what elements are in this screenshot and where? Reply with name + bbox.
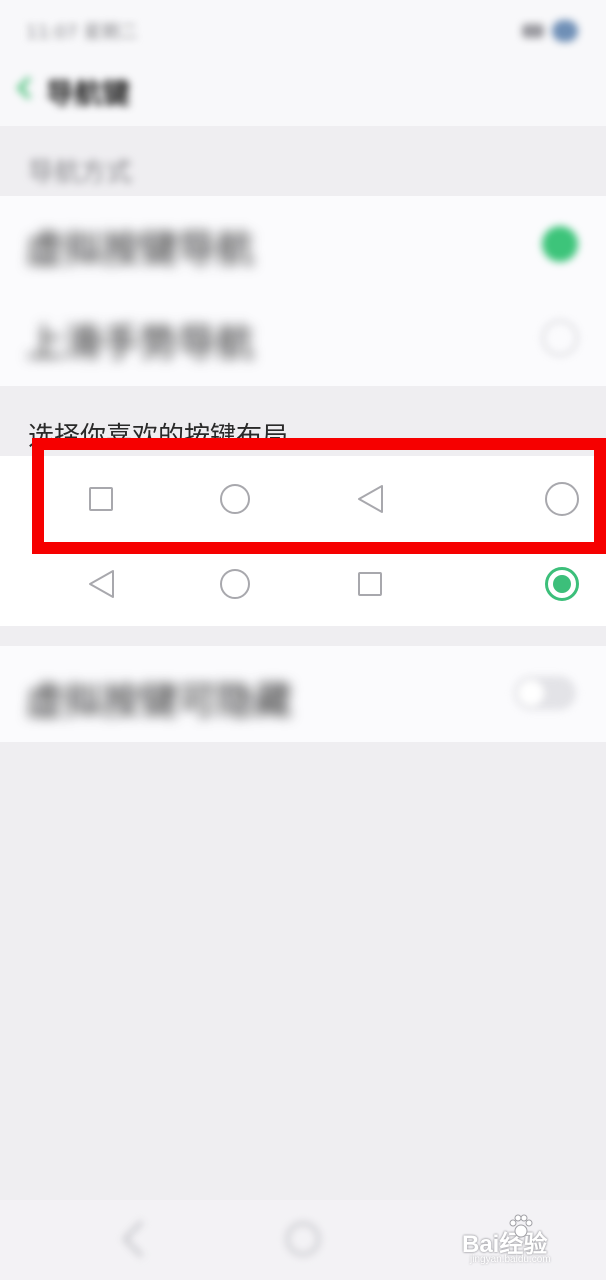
hide-virtual-keys-label: 虚拟按键可隐藏 xyxy=(26,679,293,723)
highlight-box xyxy=(32,438,606,554)
status-time: 11:07 星期二 xyxy=(26,22,138,43)
radio-empty-icon[interactable] xyxy=(542,320,578,356)
nav-method-title: 导航方式 xyxy=(28,158,133,188)
status-bar: 11:07 星期二 xyxy=(0,0,606,60)
hide-virtual-keys-row[interactable]: 虚拟按键可隐藏 xyxy=(0,646,606,742)
nav-method-section-header: 导航方式 xyxy=(0,126,606,196)
page-title: 导航键 xyxy=(46,77,131,110)
signal-icon xyxy=(522,24,544,38)
watermark-subtext: jingyan.baidu.com xyxy=(470,1254,551,1265)
back-triangle-icon xyxy=(89,570,114,598)
toggle-knob xyxy=(518,680,544,706)
square-icon xyxy=(358,572,382,596)
layout-option-2-radio[interactable] xyxy=(545,567,579,601)
circle-icon xyxy=(220,569,250,599)
header: 导航键 xyxy=(0,60,606,126)
option-virtual-keys-label: 虚拟按键导航 xyxy=(26,227,255,271)
option-gesture-nav-label: 上滑手势导航 xyxy=(26,321,255,365)
battery-icon xyxy=(552,20,578,42)
option-gesture-nav[interactable]: 上滑手势导航 xyxy=(0,290,606,386)
status-icons xyxy=(522,18,582,42)
back-icon[interactable] xyxy=(122,1220,160,1258)
hide-virtual-keys-toggle[interactable] xyxy=(514,676,576,710)
watermark: Bai经验 jingyan.baidu.com xyxy=(462,1212,592,1272)
home-icon[interactable] xyxy=(286,1222,320,1256)
paw-icon xyxy=(509,1214,533,1238)
back-arrow-icon[interactable] xyxy=(14,70,40,110)
radio-selected-dot xyxy=(553,575,571,593)
radio-selected-icon[interactable] xyxy=(542,226,578,262)
screen: 11:07 星期二 导航键 导航方式 虚拟按键导航 上滑手势导航 选择你喜欢的按… xyxy=(0,0,606,1280)
option-virtual-keys[interactable]: 虚拟按键导航 xyxy=(0,196,606,292)
